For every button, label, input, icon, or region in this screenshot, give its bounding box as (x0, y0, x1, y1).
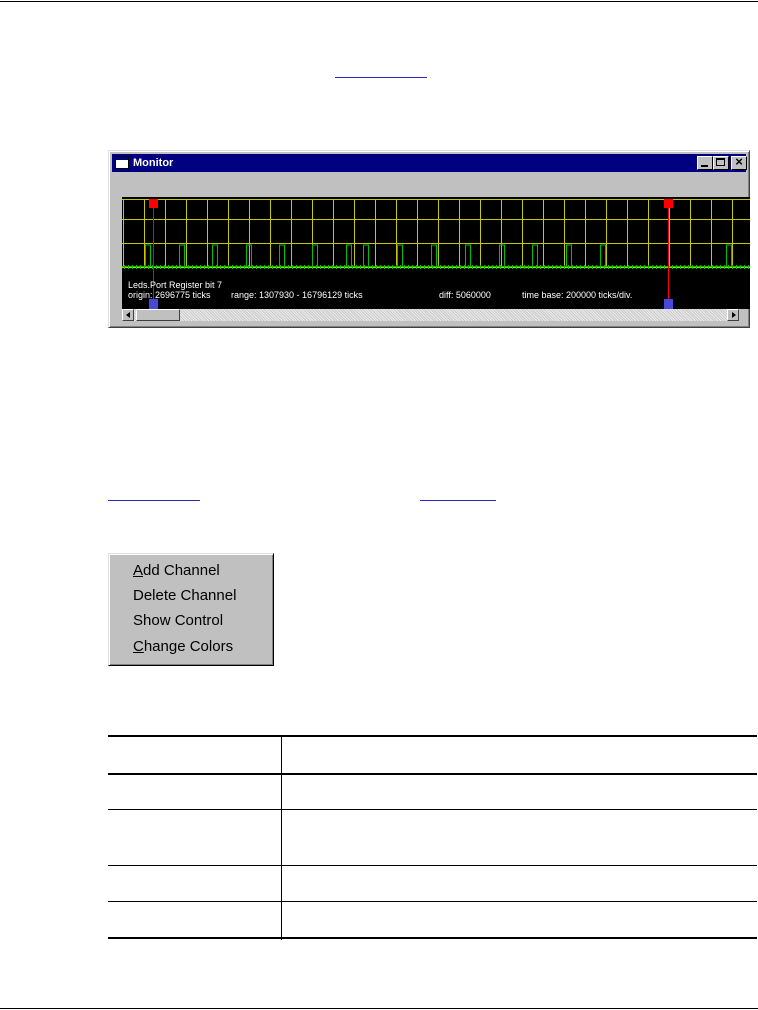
channel-label: Leds.Port Register bit 7 (128, 280, 223, 290)
menu-command-table (108, 735, 757, 940)
arrow-left-icon (126, 312, 130, 318)
close-icon: × (735, 154, 743, 169)
minimize-button[interactable] (697, 156, 713, 170)
diff-readout: diff: 5060000 (439, 290, 491, 300)
context-menu: Add Channel Delete Channel Show Control … (108, 553, 274, 666)
signal-pulse (726, 244, 732, 266)
menu-item-add-channel[interactable]: Add Channel (133, 560, 220, 582)
menu-item-delete-channel[interactable]: Delete Channel (133, 585, 236, 607)
menu-item-label: hange Colors (143, 638, 234, 655)
table-row-divider (108, 901, 757, 902)
horizontal-scrollbar[interactable] (122, 309, 739, 321)
menu-accelerator: C (133, 638, 144, 655)
arrow-right-icon (732, 312, 736, 318)
table-row-divider (108, 809, 757, 810)
signal-pulse (179, 244, 185, 266)
title-bar[interactable]: Monitor × (112, 154, 747, 172)
window-icon[interactable] (115, 156, 129, 169)
menu-item-show-control[interactable]: Show Control (133, 610, 223, 632)
table-row-divider (108, 865, 757, 866)
waveform-display[interactable]: Leds.Port Register bit 7 origin: 2696775… (122, 197, 750, 309)
header-rule (0, 1, 758, 2)
origin-readout: origin: 2696775 ticks (128, 290, 211, 300)
minimize-icon (701, 165, 708, 167)
table-header-border (108, 773, 757, 775)
table-column-divider (281, 735, 282, 940)
time-base-readout: time base: 200000 ticks/div. (522, 290, 633, 300)
signal-pulse (363, 244, 369, 266)
menu-item-change-colors[interactable]: Change Colors (133, 636, 233, 658)
table-top-border (108, 735, 757, 737)
range-readout: range: 1307930 - 16796129 ticks (231, 290, 363, 300)
hyperlink-left[interactable] (108, 500, 200, 501)
window-title: Monitor (133, 157, 174, 169)
scroll-left-button[interactable] (122, 309, 134, 321)
hyperlink-right[interactable] (420, 500, 496, 501)
scroll-thumb[interactable] (136, 309, 180, 321)
signal-pulse (397, 244, 403, 266)
close-button[interactable]: × (731, 154, 747, 170)
maximize-button[interactable] (713, 156, 729, 170)
signal-pulse (431, 244, 437, 266)
signal-pulse (465, 244, 471, 266)
cursor-bottom-handle (664, 299, 673, 309)
cursor-top-handle (664, 199, 673, 208)
signal-pulse (600, 244, 606, 266)
menu-item-label: Delete Channel (133, 587, 237, 604)
cursor-top-handle (149, 199, 158, 208)
menu-accelerator: A (133, 562, 144, 579)
signal-pulse (279, 244, 285, 266)
menu-item-label: Show Control (133, 612, 224, 629)
signal-pulse (346, 244, 352, 266)
menu-item-label: dd Channel (143, 562, 220, 579)
waveform-canvas[interactable] (122, 197, 750, 309)
signal-pulse (566, 244, 572, 266)
hyperlink-top[interactable] (335, 77, 427, 78)
scroll-right-button[interactable] (727, 309, 739, 321)
table-bottom-border (108, 937, 757, 939)
maximize-icon (716, 158, 725, 166)
cursor-bottom-handle (149, 299, 158, 309)
signal-pulse (145, 244, 151, 266)
signal-pulse (532, 244, 538, 266)
signal-pulse (312, 244, 318, 266)
footer-rule (0, 1008, 758, 1009)
signal-pulse (212, 244, 218, 266)
